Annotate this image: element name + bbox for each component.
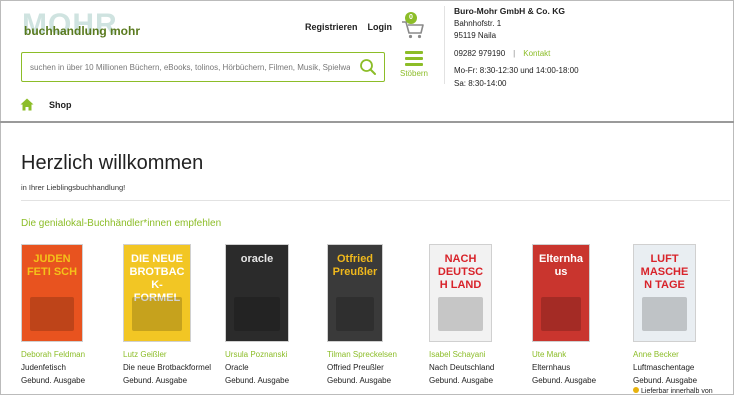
- book-cover[interactable]: LUFT MASCHEN TAGE: [633, 244, 696, 342]
- book-cover[interactable]: DIE NEUE BROTBACK-FORMEL: [123, 244, 191, 342]
- book-cover[interactable]: JUDEN FETI SCH: [21, 244, 83, 342]
- book-author[interactable]: Isabel Schayani: [429, 350, 485, 359]
- nav-item-shop[interactable]: Shop: [49, 100, 72, 110]
- search-icon[interactable]: [359, 58, 377, 76]
- book-cover-art: [30, 297, 74, 331]
- book-author[interactable]: Deborah Feldman: [21, 350, 85, 359]
- book-cover-art: [234, 297, 280, 331]
- book-format: Gebund. Ausgabe: [123, 376, 188, 385]
- cart-button[interactable]: 0: [400, 12, 426, 39]
- register-link[interactable]: Registrieren: [305, 22, 358, 32]
- store-city: 95119 Naila: [454, 31, 497, 40]
- store-hours-saturday: Sa: 8:30-14:00: [454, 78, 507, 88]
- logo-text: buchhandlung mohr: [24, 24, 140, 38]
- store-street: Bahnhofstr. 1: [454, 18, 502, 28]
- logo[interactable]: MOHR buchhandlung mohr: [20, 8, 140, 46]
- nav-divider: [0, 121, 734, 123]
- book-format: Gebund. Ausgabe: [429, 376, 494, 385]
- book-format: Gebund. Ausgabe: [225, 376, 290, 385]
- book-cover-art: [642, 297, 687, 331]
- book-author[interactable]: Ursula Poznanski: [225, 350, 287, 359]
- book-author[interactable]: Lutz Geißler: [123, 350, 167, 359]
- book-cover-title: NACH DEUTSCH LAND: [437, 253, 484, 291]
- book-cover[interactable]: oracle: [225, 244, 289, 342]
- separator: |: [513, 48, 516, 58]
- cart-count-badge: 0: [405, 12, 417, 24]
- book-title: Die neue Brotbackformel: [123, 363, 212, 372]
- book-format: Gebund. Ausgabe: [327, 376, 392, 385]
- main-nav: Shop: [0, 96, 734, 122]
- section-divider: [21, 200, 730, 201]
- availability-status: Lieferbar innerhalb von: [633, 387, 713, 395]
- book-format: Gebund. Ausgabe: [21, 376, 86, 385]
- book-cover[interactable]: Otfried Preußler: [327, 244, 383, 342]
- book-cover-art: [438, 297, 483, 331]
- book-title: Elternhaus: [532, 363, 571, 372]
- book-title: Offried Preußler: [327, 363, 384, 372]
- page-subtitle: in Ihrer Lieblingsbuchhandlung!: [21, 183, 126, 192]
- book-author[interactable]: Ute Mank: [532, 350, 566, 359]
- book-list: JUDEN FETI SCH Deborah Feldman Judenfeti…: [21, 244, 721, 395]
- browse-menu-label: Stöbern: [399, 69, 429, 78]
- book-cover-art: [336, 297, 374, 331]
- page-title: Herzlich willkommen: [21, 152, 204, 174]
- store-phone[interactable]: 09282 979190: [454, 49, 505, 58]
- recommendations-heading[interactable]: Die genialokal-Buchhändler*innen empfehl…: [21, 218, 221, 229]
- availability-text: Lieferbar innerhalb von: [641, 388, 713, 395]
- book-title: Judenfetisch: [21, 363, 66, 372]
- hamburger-icon: [405, 51, 423, 66]
- book-cover[interactable]: Elternhaus: [532, 244, 590, 342]
- book-format: Gebund. Ausgabe: [532, 376, 597, 385]
- book-cover-title: LUFT MASCHEN TAGE: [640, 253, 689, 291]
- header-divider: [444, 6, 445, 84]
- book-title: Luftmaschentage: [633, 363, 695, 372]
- book-cover-title: JUDEN FETI SCH: [26, 253, 78, 278]
- availability-dot-icon: [633, 387, 639, 393]
- store-hours-weekday: Mo-Fr: 8:30-12:30 und 14:00-18:00: [454, 66, 579, 75]
- book-cover-art: [132, 297, 182, 331]
- book-author[interactable]: Anne Becker: [633, 350, 679, 359]
- account-links: Registrieren Login: [305, 22, 392, 32]
- book-cover-art: [541, 297, 581, 331]
- contact-link[interactable]: Kontakt: [523, 49, 550, 58]
- book-title: Oracle: [225, 363, 249, 372]
- book-cover-title: Otfried Preußler: [332, 253, 378, 278]
- book-cover-title: oracle: [240, 253, 274, 265]
- book-title: Nach Deutschland: [429, 363, 495, 372]
- book-cover-title: Elternhaus: [538, 253, 583, 278]
- search-input[interactable]: [30, 59, 350, 75]
- book-author[interactable]: Tilman Spreckelsen: [327, 350, 397, 359]
- store-name: Buro-Mohr GmbH & Co. KG: [454, 6, 565, 16]
- home-icon[interactable]: [20, 98, 34, 111]
- book-format: Gebund. Ausgabe: [633, 376, 698, 385]
- login-link[interactable]: Login: [368, 22, 393, 32]
- browse-menu-button[interactable]: Stöbern: [398, 51, 430, 78]
- search-box: [21, 52, 385, 82]
- store-info: Buro-Mohr GmbH & Co. KG Bahnhofstr. 1 95…: [454, 5, 579, 90]
- book-cover[interactable]: NACH DEUTSCH LAND: [429, 244, 492, 342]
